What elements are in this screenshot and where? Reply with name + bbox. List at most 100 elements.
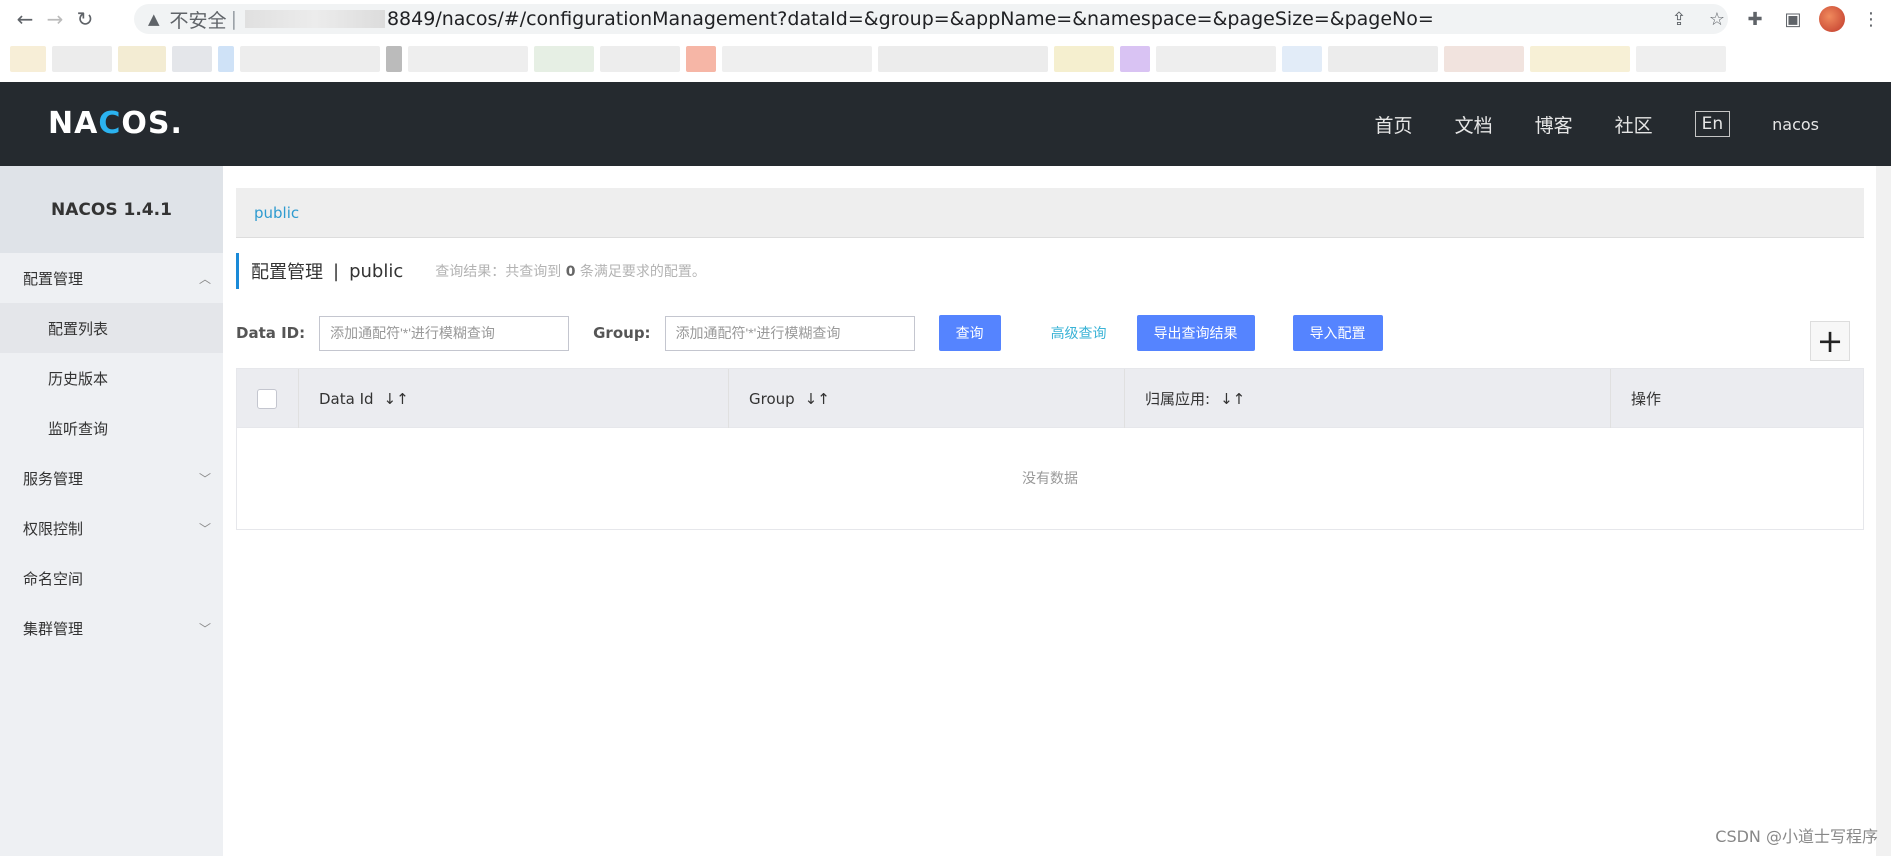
bookmark-item[interactable] [1120,46,1150,72]
result-suffix: 条满足要求的配置。 [579,264,706,280]
url-text: 8849/nacos/#/configurationManagement?dat… [386,8,1434,30]
sidebar-item-label: 监听查询 [48,419,109,438]
sidebar-item-label: 命名空间 [23,569,84,588]
bookmark-item[interactable] [600,46,680,72]
csdn-watermark: CSDN @小道士写程序 [1715,827,1878,846]
sidebar-item-label: 配置管理 [23,269,84,288]
sidebar-title: NACOS 1.4.1 [0,166,223,253]
share-icon[interactable]: ⇪ [1667,7,1691,31]
bookmark-item[interactable] [240,46,380,72]
dataid-input[interactable] [319,315,570,351]
nav-blog[interactable]: 博客 [1535,111,1573,138]
profile-avatar[interactable] [1819,6,1845,32]
bookmark-item[interactable] [1156,46,1276,72]
nav-home[interactable]: 首页 [1375,111,1413,138]
sidebar-item-label: 权限控制 [23,519,84,538]
namespace-tab-public[interactable]: public [254,204,299,222]
chevron-down-icon: ﹀ [198,471,211,486]
sidebar-item-label: 服务管理 [23,469,84,488]
user-name[interactable]: nacos [1772,115,1819,134]
bookmark-item[interactable] [386,46,402,72]
url-bar[interactable]: ▲ 不安全 | 8849/nacos/#/configurationManage… [134,4,1728,34]
result-count: 0 [565,264,576,280]
advanced-query-link[interactable]: 高级查询 [1051,323,1107,343]
bookmark-item[interactable] [118,46,166,72]
page-scrollbar[interactable] [1876,166,1891,856]
column-label: 操作 [1631,390,1662,408]
sidebar-item-config-list[interactable]: 配置列表 [0,303,223,353]
warning-icon: ▲ [148,10,160,28]
bookmark-item[interactable] [408,46,528,72]
bookmark-item[interactable] [686,46,716,72]
language-toggle[interactable]: En [1694,111,1731,137]
nav-docs[interactable]: 文档 [1455,111,1493,138]
search-form: Data ID: Group: 查询 高级查询 导出查询结果 导入配置 [236,315,1866,351]
query-button[interactable]: 查询 [938,315,1001,351]
forward-icon[interactable]: → [40,4,70,34]
sort-icon[interactable]: ↓↑ [1220,390,1245,408]
sort-icon[interactable]: ↓↑ [805,390,830,408]
chevron-down-icon: ﹀ [198,521,211,536]
group-label: Group: [593,324,651,342]
bookmark-item[interactable] [1328,46,1438,72]
menu-icon[interactable]: ⋮ [1859,7,1883,31]
nacos-header: NACOS. 首页 文档 博客 社区 En nacos [0,82,1891,166]
column-group[interactable]: Group ↓↑ [729,369,1125,428]
sidebar-item-listener-query[interactable]: 监听查询 [0,403,223,453]
bookmark-item[interactable] [1444,46,1524,72]
result-prefix: 查询结果：共查询到 [435,264,562,280]
bookmark-item[interactable] [218,46,234,72]
bookmark-item[interactable] [722,46,872,72]
chevron-up-icon: ︿ [198,271,211,286]
dataid-label: Data ID: [236,324,306,342]
bookmark-item[interactable] [52,46,112,72]
bookmark-item[interactable] [172,46,212,72]
namespace-bar: public [236,188,1864,238]
insecure-label: 不安全 [169,9,227,32]
top-nav: 首页 文档 博客 社区 En nacos [1375,82,1819,166]
star-icon[interactable]: ☆ [1705,7,1729,31]
import-config-button[interactable]: 导入配置 [1292,315,1383,351]
back-icon[interactable]: ← [10,4,40,34]
column-app[interactable]: 归属应用: ↓↑ [1125,369,1611,428]
nacos-logo[interactable]: NACOS. [48,106,183,141]
sidebar-item-cluster[interactable]: 集群管理 ﹀ [0,603,223,653]
sidepanel-icon[interactable]: ▣ [1781,7,1805,31]
add-config-icon[interactable]: + [1810,321,1850,361]
sidebar-item-permission[interactable]: 权限控制 ﹀ [0,503,223,553]
nav-community[interactable]: 社区 [1615,111,1653,138]
main-content: public 配置管理 | public 查询结果：共查询到 0 条满足要求的配… [236,166,1866,856]
page-heading: 配置管理 | public 查询结果：共查询到 0 条满足要求的配置。 [236,253,706,289]
sidebar-item-namespace[interactable]: 命名空间 [0,553,223,603]
select-all-checkbox[interactable] [257,388,277,409]
empty-state: 没有数据 [1022,471,1078,487]
sidebar-item-service-management[interactable]: 服务管理 ﹀ [0,453,223,503]
address-bar-row: ← → ↻ ▲ 不安全 | 8849/nacos/#/configuration… [0,0,1891,38]
sort-icon[interactable]: ↓↑ [384,390,409,408]
column-label: Group [749,389,795,408]
config-table: Data Id ↓↑ Group ↓↑ 归属应用: ↓↑ 操作 没有数据 [236,368,1864,530]
group-input[interactable] [664,315,915,351]
bookmark-item[interactable] [10,46,46,72]
column-dataid[interactable]: Data Id ↓↑ [299,369,729,428]
query-result-summary: 查询结果：共查询到 0 条满足要求的配置。 [435,261,706,281]
extensions-icon[interactable]: ✚ [1743,7,1767,31]
sidebar-item-history[interactable]: 历史版本 [0,353,223,403]
title-separator: | [333,260,340,282]
browser-actions: ⇪ ☆ ✚ ▣ ⋮ [1667,4,1883,34]
bookmark-item[interactable] [878,46,1048,72]
export-results-button[interactable]: 导出查询结果 [1136,315,1255,351]
sidebar-item-label: 集群管理 [23,619,84,638]
sidebar-item-config-management[interactable]: 配置管理 ︿ [0,253,223,303]
current-namespace: public [349,260,404,282]
table-header: Data Id ↓↑ Group ↓↑ 归属应用: ↓↑ 操作 [237,369,1863,428]
bookmark-item[interactable] [1054,46,1114,72]
reload-icon[interactable]: ↻ [70,4,100,34]
bookmark-item[interactable] [1282,46,1322,72]
bookmark-item[interactable] [1636,46,1726,72]
sidebar-item-label: 配置列表 [48,319,109,338]
sidebar: NACOS 1.4.1 配置管理 ︿ 配置列表 历史版本 监听查询 服务管理 ﹀… [0,166,223,856]
bookmark-item[interactable] [534,46,594,72]
column-actions: 操作 [1611,369,1863,428]
bookmark-item[interactable] [1530,46,1630,72]
